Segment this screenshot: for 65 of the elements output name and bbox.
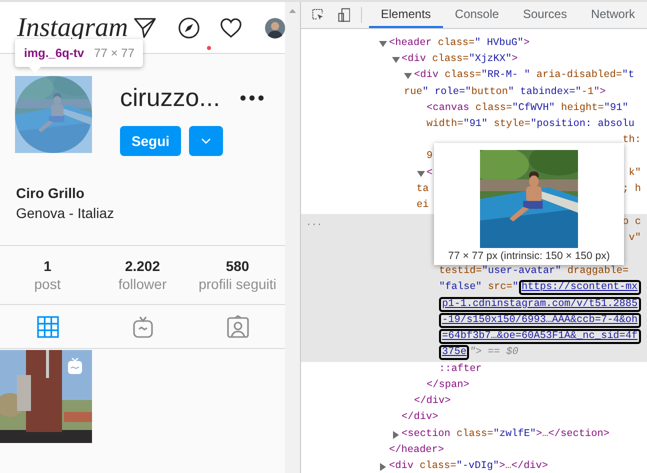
stat-label: follower bbox=[118, 275, 167, 293]
code-text: 9 bbox=[426, 150, 433, 164]
code-text: < bbox=[426, 166, 433, 180]
code-text: <div class="XjzKX"> bbox=[402, 52, 518, 68]
code-text: "> == $0 bbox=[469, 346, 518, 360]
selector-label: img._6q-tv bbox=[24, 45, 84, 62]
code-text: </header> bbox=[389, 444, 444, 458]
code-text: testid="user-avatar" draggable= bbox=[439, 264, 629, 279]
code-text: ta bbox=[416, 182, 429, 197]
size-label: 77 × 77 bbox=[94, 45, 134, 62]
devtools-tab[interactable]: Console bbox=[442, 2, 511, 28]
full-name: Ciro Grillo bbox=[16, 184, 86, 203]
collapse-arrow-icon[interactable] bbox=[392, 56, 400, 64]
compass-icon[interactable] bbox=[178, 16, 200, 40]
code-text: </span> bbox=[426, 378, 470, 393]
code-text: "false" src=" bbox=[439, 280, 519, 295]
url-link[interactable]: p1-1.cdninstagram.com/v/t51.2885 bbox=[439, 296, 641, 312]
code-text: <canvas class="CfWVH" height="91" bbox=[426, 102, 628, 116]
url-link[interactable]: 375e bbox=[439, 345, 470, 360]
code-text: th: bbox=[622, 134, 642, 148]
grid-icon[interactable] bbox=[36, 314, 60, 338]
stat-value: 2.202 bbox=[124, 257, 160, 275]
url-link[interactable]: =64bf3b7…&oe=60A53F1A&_nc_sid=4f bbox=[439, 328, 641, 344]
expand-arrow-icon[interactable] bbox=[379, 462, 387, 471]
username: ciruzzo... bbox=[120, 83, 220, 113]
stat-value: 1 bbox=[44, 257, 52, 275]
code-text: <header class=" HVbuG"> bbox=[389, 36, 530, 51]
code-text: rue" role="button" tabindex="-1"> bbox=[404, 86, 606, 100]
scrollbar[interactable] bbox=[285, 2, 300, 473]
collapse-arrow-icon[interactable] bbox=[404, 72, 412, 80]
devtools-tab[interactable]: Elements bbox=[368, 2, 443, 28]
code-text: k" bbox=[628, 166, 642, 180]
collapse-arrow-icon[interactable] bbox=[416, 170, 424, 178]
more-options-icon[interactable] bbox=[240, 95, 264, 101]
code-text: <div class="-vDIg">…</div> bbox=[389, 460, 548, 473]
node-menu-dots[interactable]: ... bbox=[306, 215, 322, 232]
person-tag-icon[interactable] bbox=[226, 314, 250, 338]
tv-icon[interactable] bbox=[130, 314, 154, 338]
url-link[interactable]: https://scontent-mx bbox=[518, 280, 641, 296]
avatar-icon[interactable] bbox=[264, 16, 285, 38]
devtools-tab[interactable]: Network bbox=[578, 2, 647, 28]
url-link[interactable]: -19/s150x150/6993…AAA&ccb=7-4&oh bbox=[439, 312, 641, 328]
send-icon[interactable] bbox=[134, 16, 156, 38]
device-icon[interactable] bbox=[338, 6, 350, 24]
code-text: </div> bbox=[414, 394, 451, 410]
code-text: ::after bbox=[439, 362, 482, 377]
code-text: <div class="RR-M- " aria-disabled="t bbox=[414, 68, 634, 84]
stat-label: profili seguiti bbox=[198, 275, 276, 293]
bio-text: Genova - Italiaz bbox=[16, 204, 116, 223]
code-text: width="91" style="position: absolu bbox=[426, 118, 634, 132]
devtools-tab[interactable]: Sources bbox=[510, 2, 579, 28]
code-text: v" bbox=[628, 232, 642, 246]
stat-label: post bbox=[34, 275, 61, 293]
code-text: ; h bbox=[622, 182, 642, 197]
chevron-down-icon bbox=[201, 138, 211, 144]
image-size-caption: 77 × 77 px (intrinsic: 150 × 150 px) bbox=[448, 250, 610, 263]
code-text: </div> bbox=[402, 410, 438, 426]
code-text: ei bbox=[416, 198, 429, 213]
expand-arrow-icon[interactable] bbox=[392, 430, 400, 438]
collapse-arrow-icon[interactable] bbox=[379, 40, 387, 48]
heart-icon[interactable] bbox=[220, 16, 242, 38]
logo[interactable]: Instagram bbox=[17, 14, 128, 41]
suggestions-button[interactable] bbox=[189, 126, 223, 156]
stat-value: 580 bbox=[226, 257, 250, 275]
code-text: <section class="zwlfE">…</section> bbox=[402, 428, 610, 442]
